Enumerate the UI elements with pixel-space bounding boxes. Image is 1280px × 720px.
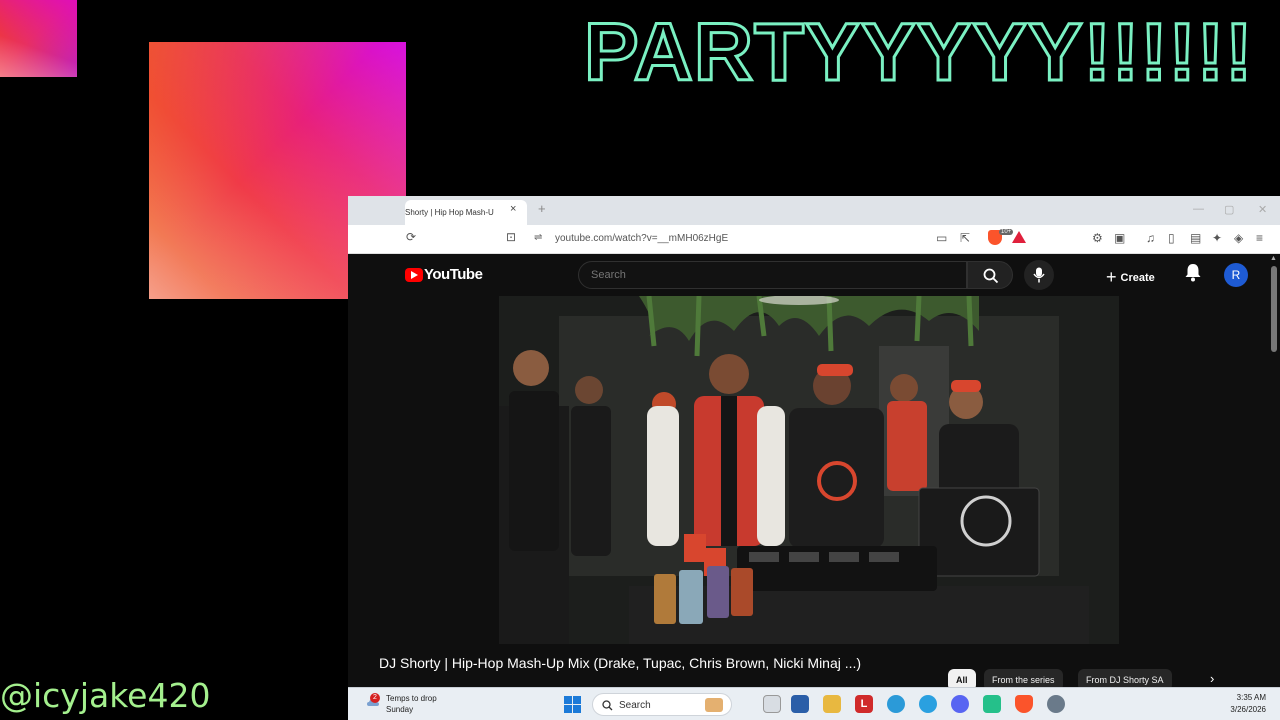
wallet-icon[interactable]: ▤ [1190,231,1201,245]
account-avatar[interactable]: R [1224,263,1248,287]
voice-search-button[interactable] [1024,260,1054,290]
leo-icon[interactable]: ✦ [1212,231,1222,245]
url-field[interactable]: youtube.com/watch?v=__mMH06zHgE [555,233,728,244]
search-highlight-icon [705,698,723,712]
menu-icon[interactable]: ≡ [1256,231,1263,245]
gradient-square-small [0,0,77,77]
microphone-icon [1033,267,1045,283]
browser-window: Shorty | Hip Hop Mash-U × + — ▢ ✕ ⟳ ⊡ ⇌ … [348,196,1280,720]
taskbar-search[interactable]: Search [592,693,732,716]
search-box [578,261,967,289]
weather-line-2: Sunday [386,705,414,714]
tab-bar: Shorty | Hip Hop Mash-U × + — ▢ ✕ [348,196,1280,225]
extensions-icon[interactable]: ⚙ [1092,231,1103,245]
system-clock[interactable]: 3:35 AM 3/26/2026 [1206,692,1266,716]
brave-rewards-icon[interactable] [1012,231,1026,243]
bell-icon [1185,264,1201,282]
settings-icon[interactable] [1047,695,1065,713]
file-explorer-icon[interactable] [823,695,841,713]
search-icon [602,700,613,711]
weather-alert-badge: 2 [370,693,380,703]
taskbar: 2 Temps to drop Sunday Search L 3:35 AM … [348,687,1280,720]
notifications-button[interactable] [1184,262,1202,287]
new-tab-icon[interactable]: + [538,201,546,216]
edge-icon[interactable] [887,695,905,713]
sidebar-icon[interactable]: ▯ [1168,231,1175,245]
video-player-area [348,296,1268,644]
plus-icon: + [1106,267,1117,287]
maximize-icon[interactable]: ▢ [1224,203,1234,216]
vpn-icon[interactable]: ◈ [1234,231,1243,245]
page-scrollbar[interactable]: ▲ [1268,254,1280,720]
headline-text: PARTYYYYY!!!!!! [583,6,1254,100]
tab-title: Shorty | Hip Hop Mash-U [405,208,494,217]
site-settings-icon[interactable]: ⇌ [534,232,542,243]
youtube-logo-icon[interactable] [405,268,423,282]
share-icon[interactable]: ⇱ [960,231,970,245]
reading-list-icon[interactable]: ▣ [1114,231,1125,245]
scroll-up-icon[interactable]: ▲ [1270,255,1277,262]
search-input[interactable] [591,269,951,281]
browser-tab-active[interactable]: Shorty | Hip Hop Mash-U [405,200,527,225]
minimize-icon[interactable]: — [1193,203,1204,215]
cast-icon[interactable]: ▭ [936,231,947,245]
create-button[interactable]: + Create [1106,261,1155,289]
video-title: DJ Shorty | Hip-Hop Mash-Up Mix (Drake, … [379,655,862,671]
clock-time: 3:35 AM [1236,693,1266,702]
app-l-icon[interactable]: L [855,695,873,713]
address-bar: ⟳ ⊡ ⇌ youtube.com/watch?v=__mMH06zHgE ▭ … [348,225,1280,254]
video-player[interactable] [499,296,1119,644]
weather-text[interactable]: Temps to drop Sunday [386,693,437,715]
media-icon[interactable]: ♫ [1146,231,1155,245]
windows-start-icon[interactable] [564,696,581,713]
brave-icon[interactable] [1015,695,1033,713]
store-icon[interactable] [791,695,809,713]
search-button[interactable] [967,261,1013,289]
close-window-icon[interactable]: ✕ [1258,203,1267,216]
create-label: Create [1120,272,1155,284]
video-frame-image [499,296,1119,644]
tab-close-icon[interactable]: × [510,203,516,215]
youtube-header: YouTube +Create R [348,254,1280,296]
search-icon [983,268,999,284]
weather-line-1: Temps to drop [386,694,437,703]
weather-widget[interactable]: 2 [366,693,380,710]
discord-icon[interactable] [951,695,969,713]
taskbar-search-label: Search [619,700,651,711]
task-view-icon[interactable] [763,695,781,713]
youtube-logo-text[interactable]: YouTube [424,266,483,283]
scroll-thumb[interactable] [1271,266,1277,352]
streamer-handle: @icyjake420 [0,676,211,715]
app-green-icon[interactable] [983,695,1001,713]
reload-icon[interactable]: ⟳ [406,230,416,244]
clock-date: 3/26/2026 [1230,705,1266,714]
chevron-right-icon[interactable]: › [1210,671,1214,686]
telegram-icon[interactable] [919,695,937,713]
bookmark-icon[interactable]: ⊡ [506,230,516,244]
